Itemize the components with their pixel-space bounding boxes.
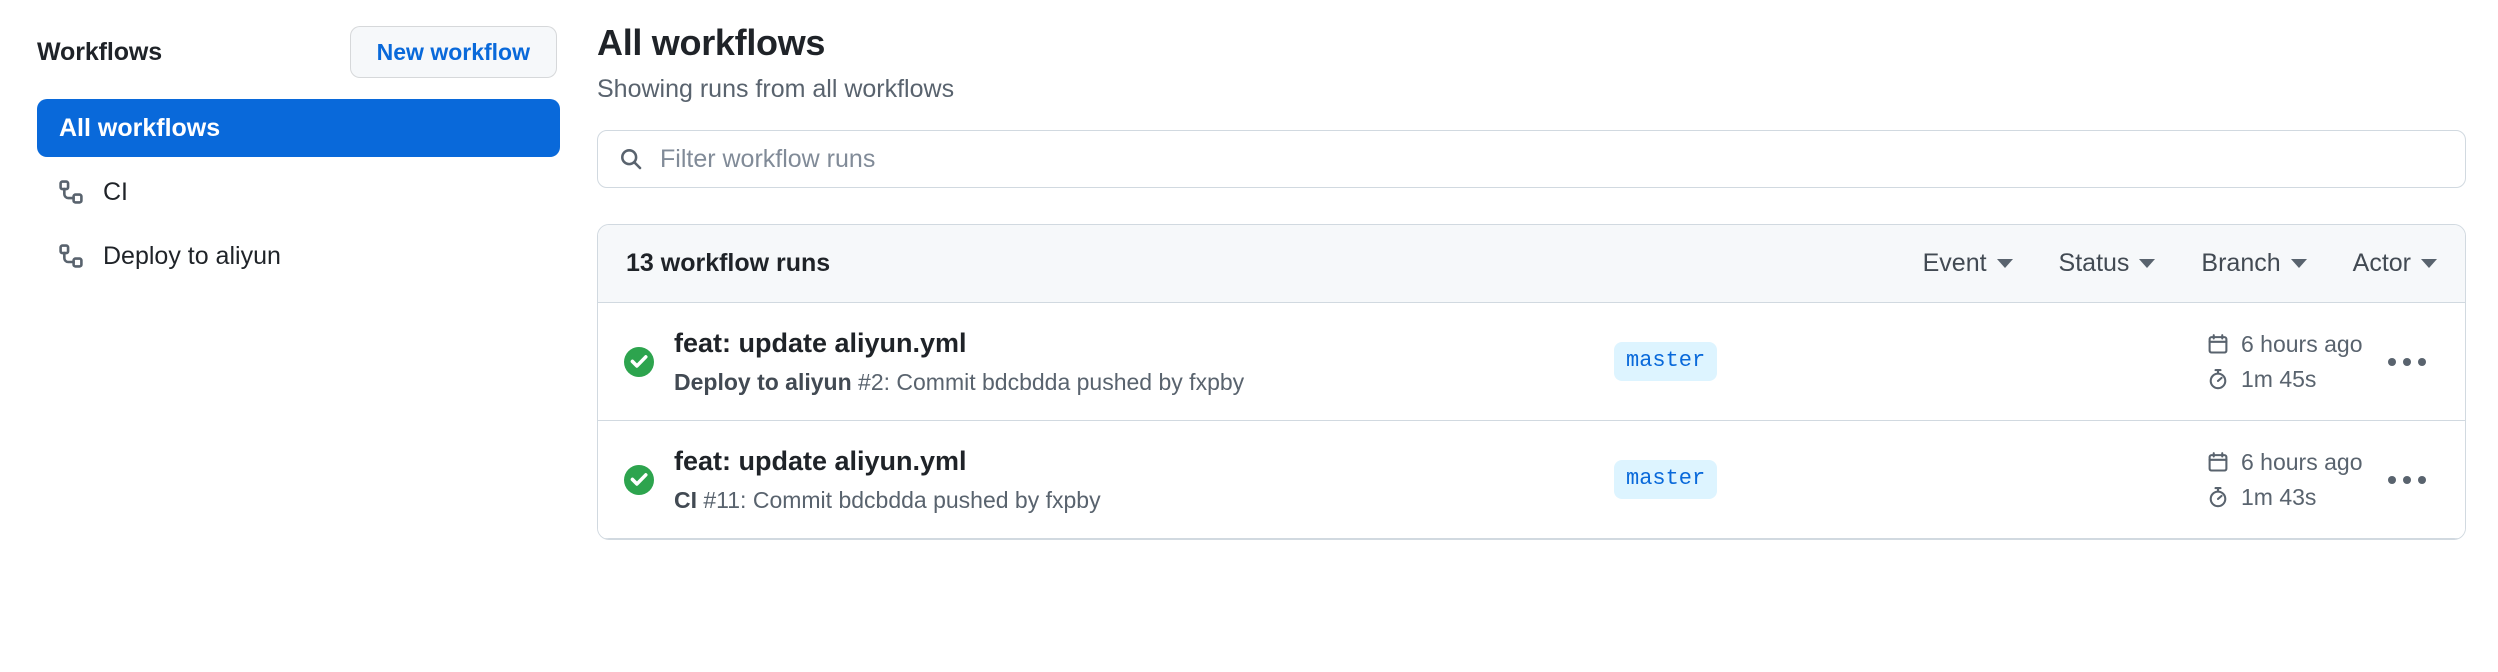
- filter-actor-label: Actor: [2352, 249, 2411, 277]
- calendar-icon: [2206, 450, 2230, 474]
- chevron-down-icon: [2421, 259, 2437, 268]
- run-main: feat: update aliyun.yml CI #11: Commit b…: [674, 445, 1614, 514]
- run-duration: 1m 43s: [2206, 484, 2316, 511]
- sidebar-item-label: Deploy to aliyun: [103, 241, 281, 270]
- workflow-icon: [57, 242, 85, 270]
- workflows-sidebar: Workflows New workflow All workflows CI: [0, 0, 597, 672]
- sidebar-item-ci[interactable]: CI: [37, 163, 560, 221]
- kebab-horizontal-icon[interactable]: [2377, 339, 2437, 385]
- search-icon: [618, 146, 644, 172]
- check-circle-icon: [624, 346, 654, 377]
- sidebar-item-deploy-to-aliyun[interactable]: Deploy to aliyun: [37, 227, 560, 285]
- workflows-page: Workflows New workflow All workflows CI: [0, 0, 2498, 672]
- run-filters: Event Status Branch Actor: [1923, 249, 2437, 278]
- run-time-ago: 6 hours ago: [2206, 331, 2362, 358]
- filter-event-label: Event: [1922, 249, 1987, 277]
- run-branch: master: [1614, 460, 2014, 499]
- run-meta: Deploy to aliyun #2: Commit bdcbdda push…: [674, 369, 1614, 396]
- sidebar-workflow-list: All workflows CI Deploy to aliyun: [0, 99, 597, 285]
- run-duration: 1m 45s: [2206, 366, 2316, 393]
- workflow-runs-card: 13 workflow runs Event Status Branch Act…: [597, 224, 2466, 540]
- branch-badge[interactable]: master: [1614, 342, 1718, 381]
- table-row[interactable]: feat: update aliyun.yml CI #11: Commit b…: [598, 421, 2465, 539]
- filter-workflow-runs-box[interactable]: [597, 130, 2466, 188]
- page-subtitle: Showing runs from all workflows: [597, 75, 955, 103]
- run-duration-label: 1m 43s: [2241, 483, 2317, 510]
- run-workflow-name: CI: [674, 487, 697, 514]
- filter-event-dropdown[interactable]: Event: [1923, 249, 2013, 278]
- run-title-link[interactable]: feat: update aliyun.yml: [674, 445, 1614, 477]
- run-times: 6 hours ago 1m 45s: [2014, 331, 2367, 393]
- calendar-icon: [2206, 332, 2230, 356]
- chevron-down-icon: [2290, 259, 2307, 268]
- filter-status-label: Status: [2058, 249, 2130, 277]
- run-meta-rest: #2: Commit bdcbdda pushed by fxpby: [851, 369, 1245, 396]
- check-circle-icon: [624, 464, 654, 495]
- run-duration-label: 1m 45s: [2241, 365, 2317, 392]
- kebab-horizontal-icon[interactable]: [2377, 457, 2437, 503]
- search-input[interactable]: [660, 144, 2445, 174]
- chevron-down-icon: [1996, 259, 2013, 268]
- workflow-runs-count: 13 workflow runs: [626, 249, 831, 277]
- stopwatch-icon: [2206, 367, 2230, 391]
- run-time-ago-label: 6 hours ago: [2241, 330, 2363, 357]
- run-workflow-name: Deploy to aliyun: [674, 369, 852, 396]
- filter-status-dropdown[interactable]: Status: [2059, 249, 2156, 278]
- run-times: 6 hours ago 1m 43s: [2014, 449, 2367, 511]
- run-branch: master: [1614, 342, 2014, 381]
- table-row[interactable]: feat: update aliyun.yml Deploy to aliyun…: [598, 303, 2465, 421]
- branch-badge[interactable]: master: [1614, 460, 1718, 499]
- page-title: All workflows: [597, 22, 826, 63]
- filter-actor-dropdown[interactable]: Actor: [2353, 249, 2437, 278]
- filter-branch-label: Branch: [2201, 249, 2281, 277]
- run-meta-rest: #11: Commit bdcbdda pushed by fxpby: [697, 487, 1101, 514]
- sidebar-header: Workflows New workflow: [0, 26, 597, 78]
- chevron-down-icon: [2139, 259, 2156, 268]
- workflows-main: All workflows Showing runs from all work…: [597, 0, 2498, 672]
- workflow-runs-header: 13 workflow runs Event Status Branch Act…: [598, 225, 2465, 303]
- run-title-link[interactable]: feat: update aliyun.yml: [674, 327, 1614, 359]
- filter-branch-dropdown[interactable]: Branch: [2201, 249, 2307, 278]
- sidebar-item-all-workflows[interactable]: All workflows: [37, 99, 560, 157]
- run-time-ago-label: 6 hours ago: [2241, 448, 2363, 475]
- run-time-ago: 6 hours ago: [2206, 449, 2362, 476]
- stopwatch-icon: [2206, 485, 2230, 509]
- sidebar-item-label: All workflows: [59, 113, 221, 142]
- sidebar-title: Workflows: [37, 37, 163, 66]
- run-main: feat: update aliyun.yml Deploy to aliyun…: [674, 327, 1614, 396]
- new-workflow-button[interactable]: New workflow: [349, 26, 557, 78]
- run-meta: CI #11: Commit bdcbdda pushed by fxpby: [674, 487, 1614, 514]
- sidebar-item-label: CI: [103, 177, 128, 206]
- workflow-icon: [57, 178, 85, 206]
